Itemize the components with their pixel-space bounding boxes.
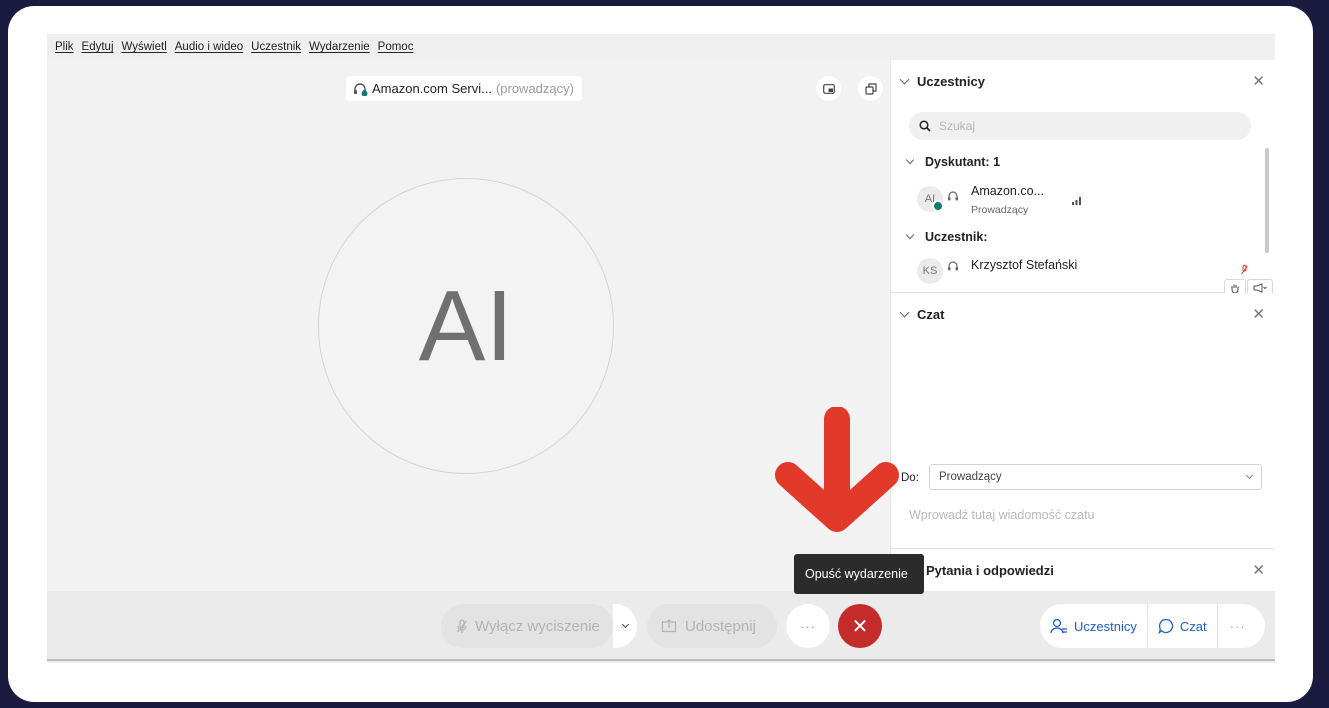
picture-in-picture-icon — [822, 83, 835, 94]
chevron-down-icon — [899, 74, 910, 85]
participant-name: Krzysztof Stefański — [971, 258, 1078, 272]
qa-panel-title: Pytania i odpowiedzi — [926, 563, 1054, 578]
qa-panel: Pytania i odpowiedzi ✕ — [890, 549, 1275, 591]
more-options-button[interactable]: ··· — [786, 604, 830, 648]
participants-panel-header[interactable]: Uczestnicy — [899, 74, 985, 89]
close-icon[interactable]: ✕ — [1252, 305, 1265, 323]
chat-panel: Czat ✕ Do: Prowadzący Wprowadź tutaj wia… — [890, 293, 1275, 549]
chevron-down-icon — [899, 307, 910, 318]
host-name: Amazon.com Servi... — [372, 81, 492, 96]
close-icon[interactable]: ✕ — [1252, 561, 1265, 579]
participant-name: Amazon.co... — [971, 184, 1044, 198]
participant-role: Prowadzący — [971, 204, 1029, 216]
search-icon — [919, 120, 931, 132]
share-button[interactable]: Udostępnij — [647, 604, 777, 648]
group-attendees[interactable]: Uczestnik: — [905, 230, 988, 244]
popout-button[interactable] — [858, 76, 883, 101]
menu-help[interactable]: Pomoc — [378, 41, 414, 53]
participants-toggle-label: Uczestnicy — [1074, 618, 1137, 634]
status-dot — [932, 200, 944, 212]
chat-toggle-button[interactable]: Czat — [1148, 604, 1217, 648]
menu-bar: Plik Edytuj Wyświetl Audio i wideo Uczes… — [47, 34, 1275, 60]
panel-toggle-group: Uczestnicy Czat ··· — [1040, 604, 1265, 648]
group-panelists-label: Dyskutant: 1 — [925, 155, 1001, 169]
microphone-muted-icon — [1241, 265, 1248, 275]
close-icon[interactable]: ✕ — [1252, 72, 1265, 90]
avatar: AI — [917, 186, 944, 212]
headset-icon — [354, 82, 368, 96]
signal-icon — [1072, 197, 1081, 205]
chevron-down-icon — [1245, 471, 1254, 480]
megaphone-icon — [1253, 283, 1267, 293]
chat-recipient-label: Do: — [901, 472, 919, 484]
leave-event-button[interactable]: ✕ — [838, 604, 882, 648]
active-speaker-label: Amazon.com Servi... (prowadzący) — [346, 76, 582, 101]
menu-participant[interactable]: Uczestnik — [251, 41, 301, 53]
avatar: KS — [917, 258, 943, 284]
chevron-down-icon — [905, 155, 915, 165]
toolbar-bottom-border — [47, 659, 1275, 661]
headset-icon — [948, 191, 958, 201]
chat-bubble-icon — [1158, 618, 1173, 634]
red-arrow-annotation — [775, 407, 899, 532]
chat-recipient-select[interactable]: Prowadzący — [929, 464, 1262, 490]
participants-panel: Uczestnicy ✕ Szukaj Dyskutant: 1 AI Amaz… — [890, 60, 1275, 297]
participants-toggle-button[interactable]: Uczestnicy — [1040, 604, 1147, 648]
chevron-down-icon — [905, 230, 915, 240]
overflow-menu-button[interactable]: ··· — [1218, 604, 1256, 648]
menu-view[interactable]: Wyświetl — [122, 41, 167, 53]
avatar-initials: KS — [922, 265, 938, 277]
group-panelists[interactable]: Dyskutant: 1 — [905, 155, 1001, 169]
group-attendees-label: Uczestnik: — [925, 230, 988, 244]
hand-raise-icon — [1231, 284, 1239, 294]
leave-event-tooltip: Opuść wydarzenie — [794, 554, 924, 594]
chat-panel-header[interactable]: Czat — [899, 307, 945, 322]
microphone-icon — [457, 618, 467, 633]
chevron-down-icon — [621, 620, 629, 629]
participant-search-input[interactable]: Szukaj — [909, 112, 1251, 140]
video-stage: Amazon.com Servi... (prowadzący) AI — [47, 60, 890, 591]
chat-panel-title: Czat — [917, 307, 945, 322]
menu-edit[interactable]: Edytuj — [82, 41, 114, 53]
participants-scrollbar[interactable] — [1265, 148, 1269, 253]
unmute-button[interactable]: Wyłącz wyciszenie — [441, 604, 613, 648]
unmute-label: Wyłącz wyciszenie — [475, 617, 600, 635]
chat-recipient-value: Prowadzący — [939, 471, 1002, 483]
bottom-toolbar: Wyłącz wyciszenie Udostępnij ··· ✕ Uczes… — [47, 591, 1275, 663]
audio-options-button[interactable] — [613, 604, 637, 648]
participants-panel-title: Uczestnicy — [917, 74, 985, 89]
speaker-avatar: AI — [318, 178, 614, 474]
share-label: Udostępnij — [685, 617, 756, 635]
people-icon — [1050, 618, 1067, 634]
host-role: (prowadzący) — [495, 81, 574, 96]
popout-icon — [864, 82, 877, 95]
search-placeholder: Szukaj — [939, 119, 976, 133]
share-icon — [661, 619, 677, 633]
headset-icon — [948, 261, 958, 271]
chat-message-input[interactable]: Wprowadź tutaj wiadomość czatu — [909, 508, 1095, 522]
picture-in-picture-button[interactable] — [816, 76, 841, 101]
menu-event[interactable]: Wydarzenie — [309, 41, 370, 53]
menu-file[interactable]: Plik — [55, 41, 74, 53]
chat-toggle-label: Czat — [1179, 618, 1207, 634]
menu-audio-video[interactable]: Audio i wideo — [175, 41, 243, 53]
